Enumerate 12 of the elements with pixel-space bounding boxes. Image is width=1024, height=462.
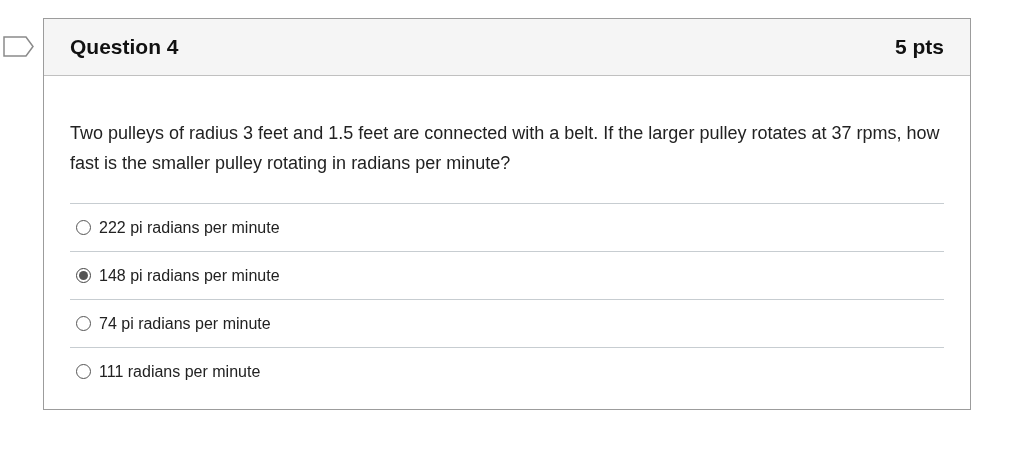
answer-label: 148 pi radians per minute [99,266,280,285]
radio-button[interactable] [76,316,91,331]
answer-label: 111 radians per minute [99,362,261,381]
radio-button[interactable] [76,364,91,379]
answer-label: 74 pi radians per minute [99,314,271,333]
radio-button[interactable] [76,268,91,283]
question-title: Question 4 [70,35,179,59]
flag-icon[interactable] [3,36,34,57]
answer-label: 222 pi radians per minute [99,218,280,237]
question-text: Two pulleys of radius 3 feet and 1.5 feet are connected with a belt. If the larger pulley rotates at 37 rpms, how fast is the smaller pulley rotating in radians per minute? [70,122,941,175]
radio-button[interactable] [76,220,91,235]
points-label: 5 pts [895,35,944,59]
